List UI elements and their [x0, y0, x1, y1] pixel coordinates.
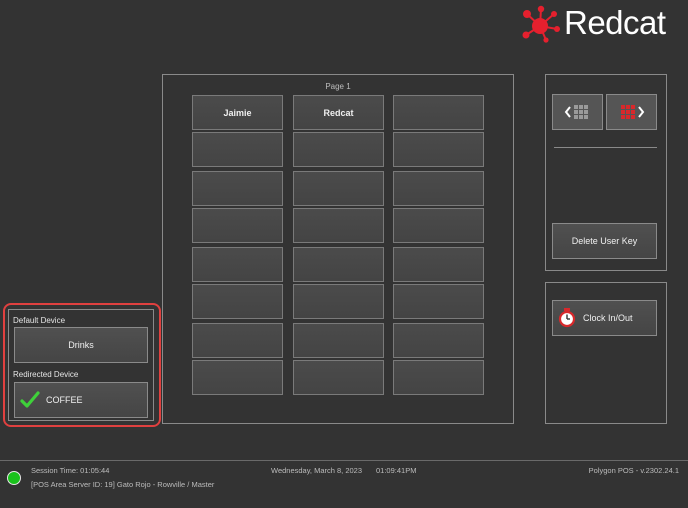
user-key-empty[interactable]: [293, 132, 384, 167]
user-key-empty[interactable]: [192, 284, 283, 319]
user-key-empty[interactable]: [293, 323, 384, 358]
previous-page-button[interactable]: [552, 94, 603, 130]
connection-status-icon: [7, 471, 21, 485]
default-device-label: Default Device: [13, 316, 66, 325]
current-date: Wednesday, March 8, 2023: [271, 466, 363, 475]
user-key-jaimie[interactable]: Jaimie: [192, 95, 283, 130]
status-bar-divider: [0, 460, 688, 461]
redcat-logo: Redcat: [520, 4, 680, 44]
user-key-empty[interactable]: [393, 171, 484, 206]
app-version: Polygon POS - v.2302.24.1: [588, 466, 679, 475]
default-device-value: Drinks: [68, 340, 94, 350]
default-device-button[interactable]: Drinks: [14, 327, 148, 363]
user-key-empty[interactable]: [393, 132, 484, 167]
delete-user-key-label: Delete User Key: [571, 236, 638, 246]
chevron-left-grid-icon: [564, 105, 588, 119]
grid-chevron-right-icon: [620, 105, 644, 119]
user-key-empty[interactable]: [393, 208, 484, 243]
user-key-empty[interactable]: [393, 95, 484, 130]
user-key-empty[interactable]: [393, 360, 484, 395]
redirected-device-button[interactable]: COFFEE: [14, 382, 148, 418]
current-time: 01:09:41PM: [376, 466, 417, 475]
stopwatch-icon: [558, 308, 576, 328]
user-key-empty[interactable]: [393, 323, 484, 358]
user-key-empty[interactable]: [192, 208, 283, 243]
user-key-empty[interactable]: [293, 284, 384, 319]
user-key-empty[interactable]: [192, 360, 283, 395]
clock-in-out-label: Clock In/Out: [583, 313, 633, 323]
redirected-device-value: COFFEE: [46, 395, 83, 405]
user-key-empty[interactable]: [293, 247, 384, 282]
user-key-empty[interactable]: [293, 360, 384, 395]
clock-panel: Clock In/Out: [545, 282, 667, 424]
clock-in-out-button[interactable]: Clock In/Out: [552, 300, 657, 336]
server-info: [POS Area Server ID: 19] Gato Rojo - Row…: [31, 480, 215, 489]
navigation-panel: Delete User Key: [545, 74, 667, 271]
next-page-button[interactable]: [606, 94, 657, 130]
user-key-empty[interactable]: [393, 284, 484, 319]
user-key-empty[interactable]: [293, 171, 384, 206]
user-key-empty[interactable]: [192, 323, 283, 358]
session-time: Session Time: 01:05:44: [31, 466, 110, 475]
page-label: Page 1: [325, 82, 351, 91]
user-key-empty[interactable]: [393, 247, 484, 282]
user-key-empty[interactable]: [293, 208, 384, 243]
divider: [554, 147, 657, 148]
device-panel: Default Device Drinks Redirected Device …: [8, 309, 154, 421]
delete-user-key-button[interactable]: Delete User Key: [552, 223, 657, 259]
user-key-redcat[interactable]: Redcat: [293, 95, 384, 130]
user-key-grid: Page 1 Jaimie Redcat: [162, 74, 514, 424]
user-key-empty[interactable]: [192, 171, 283, 206]
redcat-logo-icon: [522, 5, 560, 43]
checkmark-icon: [20, 391, 40, 408]
logo-text: Redcat: [564, 4, 666, 41]
redirected-device-label: Redirected Device: [13, 370, 79, 379]
user-key-empty[interactable]: [192, 132, 283, 167]
user-key-empty[interactable]: [192, 247, 283, 282]
